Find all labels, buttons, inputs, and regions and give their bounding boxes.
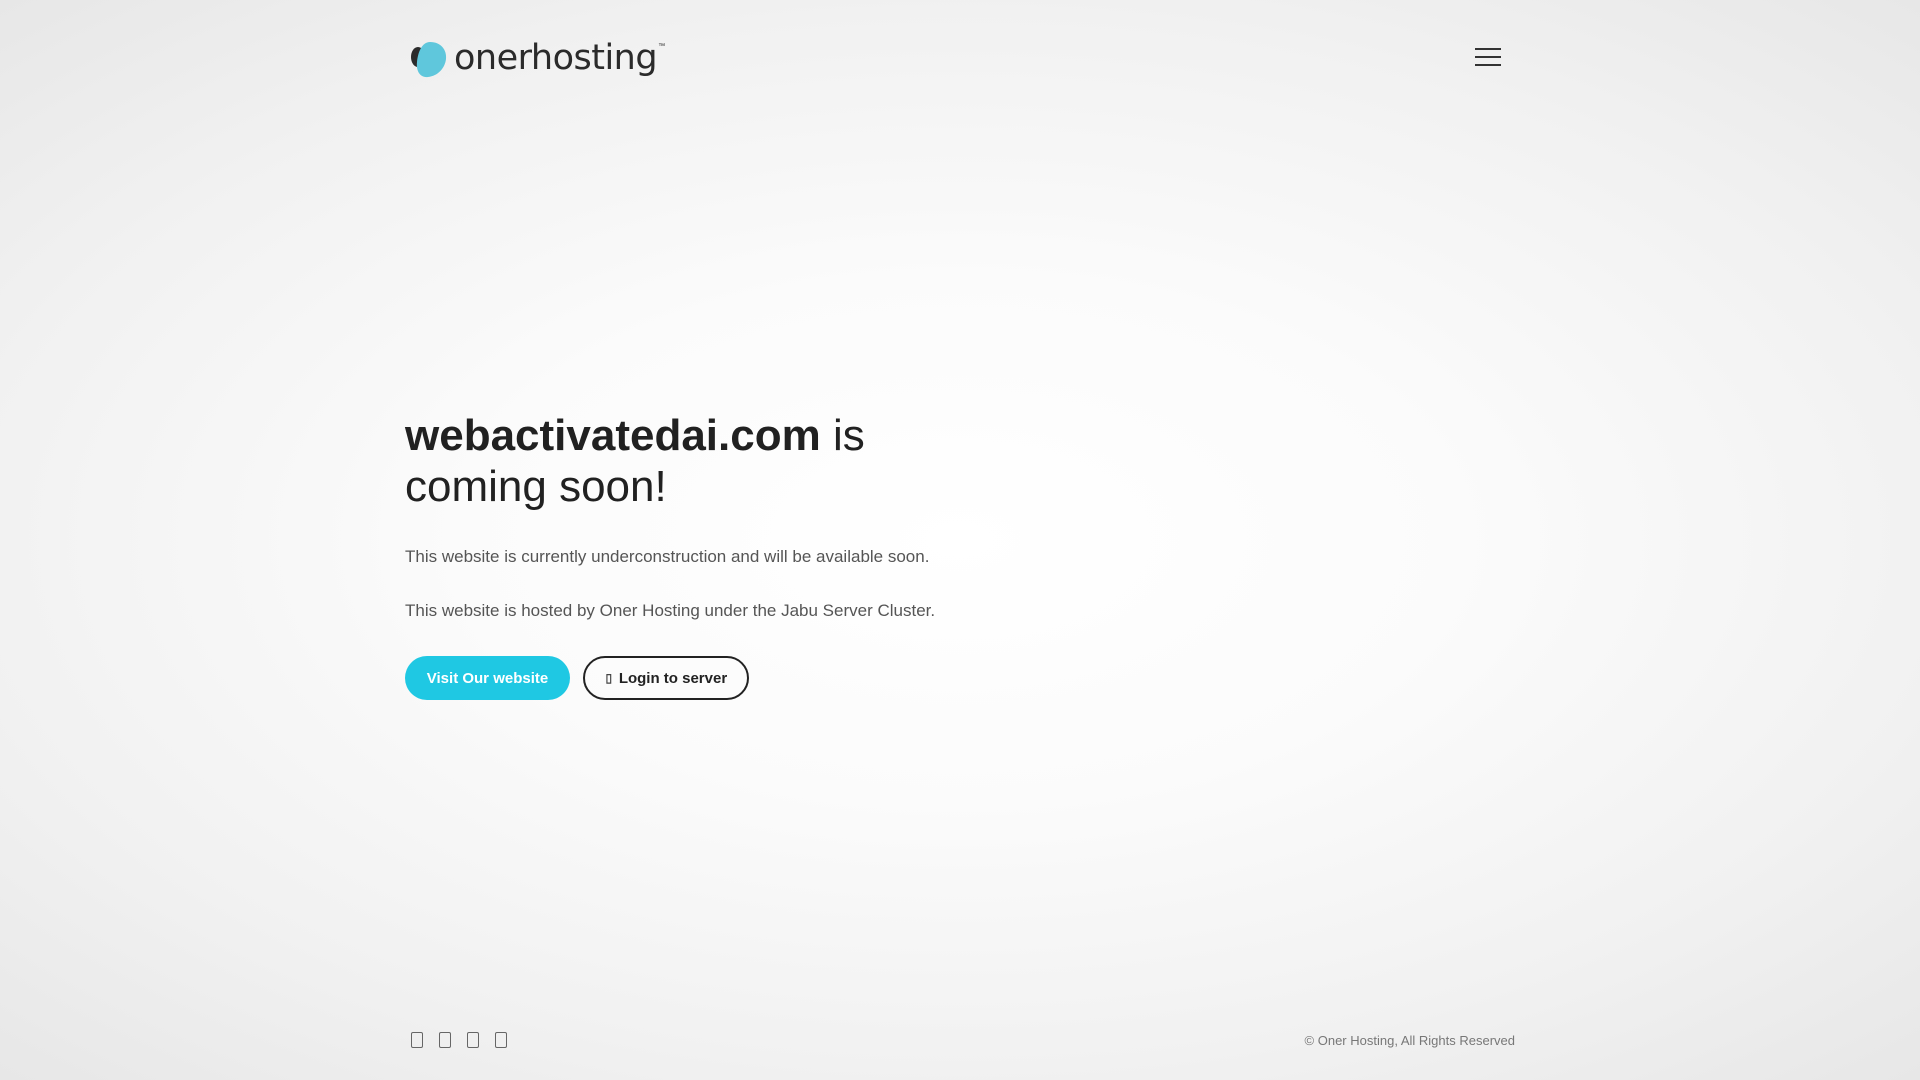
twitter-icon[interactable]: [439, 1032, 451, 1048]
menu-line: [1475, 48, 1501, 50]
social-links: [411, 1032, 507, 1048]
menu-line: [1475, 64, 1501, 66]
hamburger-menu-icon[interactable]: [1475, 46, 1501, 68]
onerhosting-logo[interactable]: onerhosting ™: [408, 40, 665, 80]
hosting-notice: This website is hosted by Oner Hosting u…: [405, 601, 936, 620]
construction-notice: This website is currently underconstruct…: [405, 547, 930, 566]
linkedin-icon[interactable]: [495, 1032, 507, 1048]
login-to-server-button[interactable]: ▯ Login to server: [583, 656, 749, 700]
instagram-icon[interactable]: [467, 1032, 479, 1048]
logo-trademark: ™: [658, 42, 666, 50]
page-title: webactivatedai.com is coming soon!: [405, 410, 965, 512]
copyright-text: © Oner Hosting, All Rights Reserved: [1304, 1033, 1515, 1048]
logo-mark-icon: [411, 42, 447, 78]
lock-icon: ▯: [605, 671, 613, 685]
hero-section: webactivatedai.com is coming soon! This …: [405, 410, 965, 700]
site-footer: © Oner Hosting, All Rights Reserved: [405, 1030, 1515, 1054]
visit-website-button[interactable]: Visit Our website: [405, 656, 570, 700]
facebook-icon[interactable]: [411, 1032, 423, 1048]
menu-line: [1475, 56, 1501, 58]
domain-name: webactivatedai.com: [405, 411, 821, 460]
logo-text: onerhosting: [454, 37, 658, 78]
login-button-label: Login to server: [618, 669, 728, 687]
action-buttons: Visit Our website ▯ Login to server: [405, 656, 965, 700]
site-header: onerhosting ™: [405, 0, 1515, 120]
